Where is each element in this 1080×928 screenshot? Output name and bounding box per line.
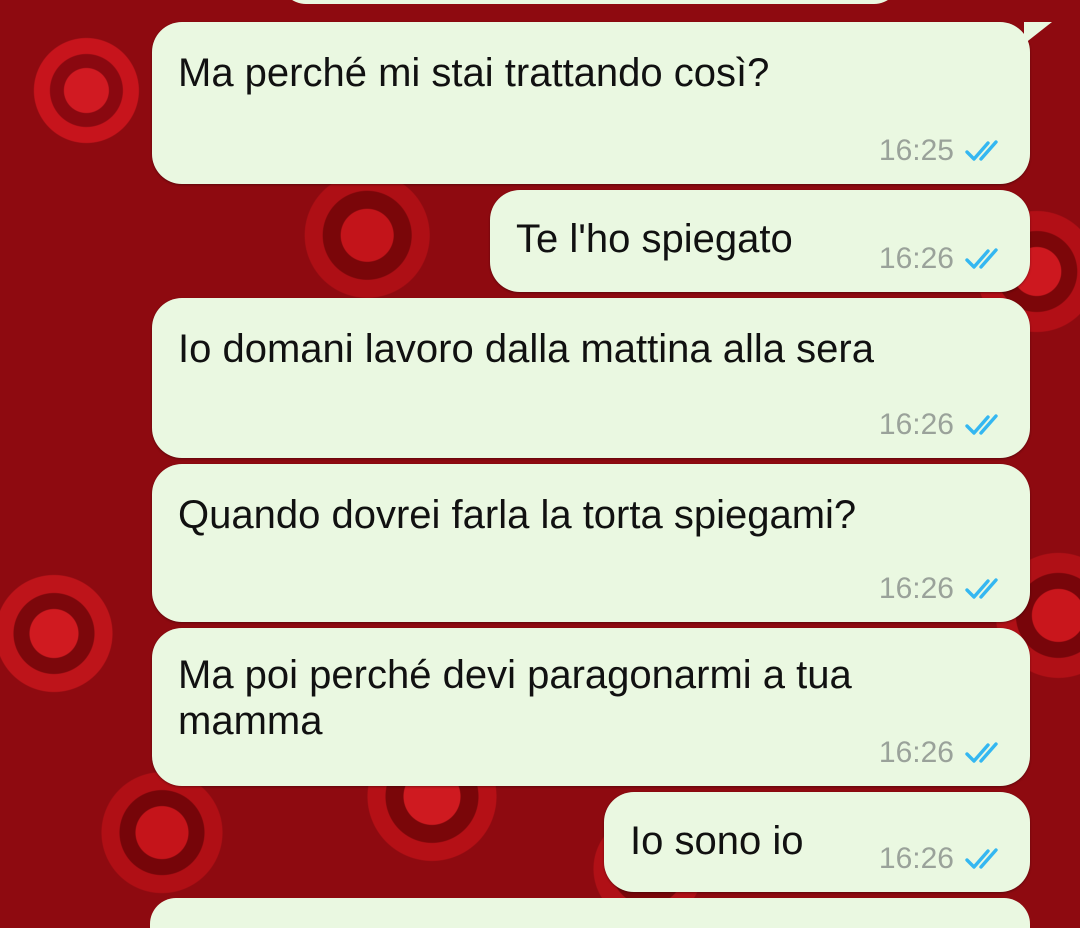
message-bubble[interactable]: Ma perché mi stai trattando così? 16:25 xyxy=(152,22,1052,184)
double-check-icon xyxy=(965,414,998,435)
message-bubble[interactable]: Quando dovrei farla la torta spiegami? 1… xyxy=(152,464,1030,622)
previous-message-bubble-edge xyxy=(280,0,900,4)
double-check-icon xyxy=(965,742,998,763)
double-check-icon xyxy=(965,578,998,599)
message-bubble[interactable]: Io sono io 16:26 xyxy=(604,792,1030,892)
message-text: Ma poi perché devi paragonarmi a tua mam… xyxy=(178,653,852,743)
message-meta: 16:26 xyxy=(879,408,1008,442)
message-text: Ma perché mi stai trattando così? xyxy=(178,51,770,95)
message-meta: 16:26 xyxy=(879,736,1008,770)
message-text: Io sono io xyxy=(630,819,804,863)
message-text: Io domani lavoro dalla mattina alla sera xyxy=(178,327,874,371)
message-bubble[interactable]: Io domani lavoro dalla mattina alla sera… xyxy=(152,298,1030,458)
message-time: 16:26 xyxy=(878,572,954,605)
next-message-bubble-edge xyxy=(150,898,1030,928)
message-text: Te l'ho spiegato xyxy=(516,217,793,261)
message-time: 16:26 xyxy=(878,242,954,275)
message-meta: 16:26 xyxy=(879,842,1008,876)
double-check-icon xyxy=(965,140,998,161)
message-bubble[interactable]: Ma poi perché devi paragonarmi a tua mam… xyxy=(152,628,1030,786)
message-time: 16:26 xyxy=(878,842,954,875)
message-meta: 16:26 xyxy=(879,572,1008,606)
message-meta: 16:25 xyxy=(879,134,1008,168)
message-time: 16:26 xyxy=(878,408,954,441)
double-check-icon xyxy=(965,248,998,269)
message-bubble[interactable]: Te l'ho spiegato 16:26 xyxy=(490,190,1030,292)
message-time: 16:26 xyxy=(878,736,954,769)
message-meta: 16:26 xyxy=(879,242,1008,276)
double-check-icon xyxy=(965,848,998,869)
message-text: Quando dovrei farla la torta spiegami? xyxy=(178,493,857,537)
message-time: 16:25 xyxy=(878,134,954,167)
